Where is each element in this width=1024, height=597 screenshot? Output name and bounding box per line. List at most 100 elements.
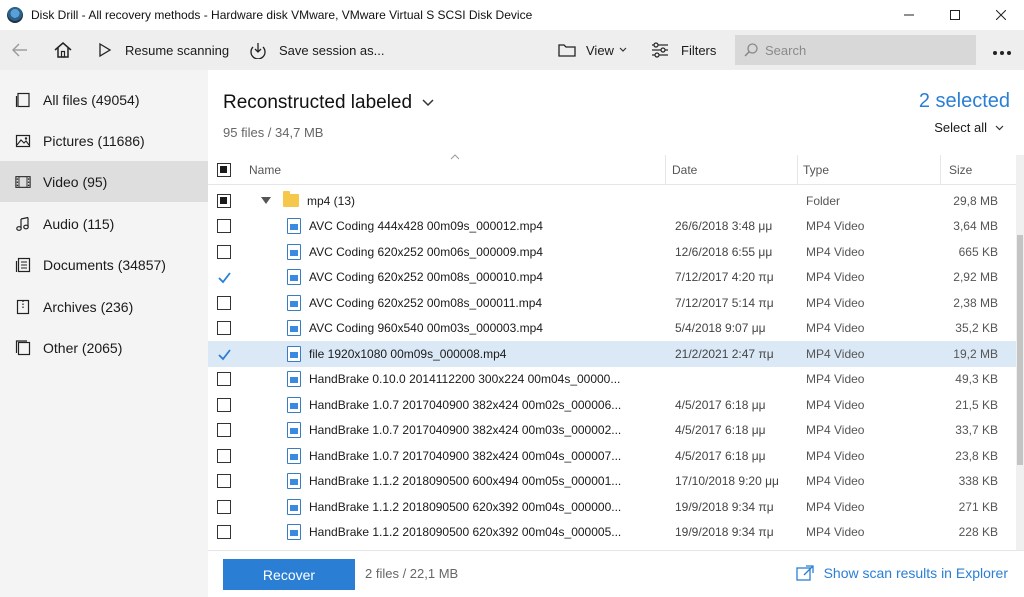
column-divider[interactable] [797, 155, 798, 185]
row-checkbox[interactable] [217, 295, 231, 310]
maximize-button[interactable] [932, 0, 978, 30]
save-session-label: Save session as... [279, 42, 385, 58]
other-icon [15, 339, 31, 356]
play-icon [99, 43, 112, 57]
row-checkbox[interactable] [217, 193, 231, 208]
sidebar-item-other[interactable]: Other (2065) [0, 327, 208, 368]
sidebar-item-video[interactable]: Video (95) [0, 161, 208, 202]
video-file-icon [287, 294, 301, 311]
row-checkbox[interactable] [217, 397, 231, 412]
view-dropdown[interactable]: View [558, 30, 627, 70]
search-input[interactable]: Search [735, 35, 976, 65]
date-cell: 4/5/2017 6:18 μμ [675, 397, 766, 412]
row-checkbox[interactable] [217, 448, 231, 463]
video-file-icon [287, 447, 301, 464]
date-cell: 21/2/2021 2:47 πμ [675, 346, 774, 361]
select-all-checkbox[interactable] [217, 163, 231, 177]
column-header-size[interactable]: Size [949, 155, 972, 185]
table-row[interactable]: HandBrake 0.10.0 2014112200 300x224 00m0… [208, 367, 1016, 393]
filters-button[interactable]: Filters [651, 30, 716, 70]
row-checkbox[interactable] [217, 347, 231, 361]
table-row[interactable]: AVC Coding 620x252 00m08s_000011.mp4 7/1… [208, 290, 1016, 316]
folder-name-cell: mp4 (13) [261, 191, 355, 208]
video-file-icon [287, 422, 301, 439]
row-checkbox[interactable] [217, 474, 231, 489]
sidebar-item-audio[interactable]: Audio (115) [0, 203, 208, 244]
all-files-icon [15, 92, 31, 108]
table-row-selected[interactable]: file 1920x1080 00m09s_000008.mp4 21/2/20… [208, 341, 1016, 367]
date-cell: 5/4/2018 9:07 μμ [675, 321, 766, 336]
vertical-scrollbar[interactable] [1016, 155, 1024, 550]
save-session-button[interactable]: Save session as... [249, 30, 385, 70]
row-checkbox[interactable] [217, 321, 231, 336]
sidebar-item-documents[interactable]: Documents (34857) [0, 244, 208, 285]
table-row[interactable]: HandBrake 1.1.2 2018090500 620x392 00m04… [208, 494, 1016, 520]
table-row[interactable]: AVC Coding 960x540 00m03s_000003.mp4 5/4… [208, 316, 1016, 342]
table-row[interactable]: HandBrake 1.1.2 2018090500 620x392 00m04… [208, 520, 1016, 546]
table-row[interactable]: HandBrake 1.0.7 2017040900 382x424 00m03… [208, 418, 1016, 444]
sidebar-item-label: Other (2065) [43, 339, 123, 356]
row-checkbox[interactable] [217, 525, 231, 540]
show-in-explorer-link[interactable]: Show scan results in Explorer [795, 565, 1008, 581]
column-header-date[interactable]: Date [672, 155, 697, 185]
column-divider[interactable] [940, 155, 941, 185]
checkmark-icon [218, 349, 231, 361]
resume-scanning-button[interactable]: Resume scanning [98, 30, 229, 70]
close-button[interactable] [978, 0, 1024, 30]
expand-caret-icon[interactable] [261, 197, 271, 205]
size-cell: 33,7 KB [955, 423, 998, 438]
column-divider[interactable] [665, 155, 666, 185]
date-cell: 7/12/2017 4:20 πμ [675, 270, 774, 285]
file-name: AVC Coding 444x428 00m09s_000012.mp4 [309, 219, 543, 234]
sidebar-item-pictures[interactable]: Pictures (11686) [0, 120, 208, 161]
row-checkbox[interactable] [217, 423, 231, 438]
type-cell: MP4 Video [806, 321, 865, 336]
row-checkbox[interactable] [217, 244, 231, 259]
filters-label: Filters [681, 42, 717, 58]
table-row[interactable]: AVC Coding 444x428 00m09s_000012.mp4 26/… [208, 214, 1016, 240]
sidebar-item-all-files[interactable]: All files (49054) [0, 79, 208, 120]
show-in-explorer-label: Show scan results in Explorer [823, 565, 1008, 581]
row-checkbox[interactable] [217, 219, 231, 234]
home-button[interactable] [53, 30, 73, 70]
type-cell: MP4 Video [806, 525, 865, 540]
file-name: HandBrake 0.10.0 2014112200 300x224 00m0… [309, 372, 621, 387]
disk-drill-app-icon [7, 7, 23, 23]
size-cell: 23,8 KB [955, 448, 998, 463]
view-title-dropdown[interactable]: Reconstructed labeled [223, 92, 434, 114]
date-cell: 17/10/2018 9:20 μμ [675, 474, 779, 489]
folder-row[interactable]: mp4 (13) Folder 29,8 MB [208, 188, 1016, 214]
row-checkbox[interactable] [217, 372, 231, 387]
recover-button[interactable]: Recover [223, 559, 355, 590]
table-row[interactable]: AVC Coding 620x252 00m08s_000010.mp4 7/1… [208, 265, 1016, 291]
table-row[interactable]: HandBrake 1.0.7 2017040900 382x424 00m02… [208, 392, 1016, 418]
select-all-dropdown[interactable]: Select all [934, 120, 1004, 135]
size-cell: 228 KB [958, 525, 998, 540]
row-checkbox[interactable] [217, 270, 231, 284]
table-row[interactable]: HandBrake 1.0.7 2017040900 382x424 00m04… [208, 443, 1016, 469]
back-button[interactable] [11, 30, 29, 70]
scrollbar-thumb[interactable] [1017, 235, 1023, 465]
recover-summary: 2 files / 22,1 MB [365, 566, 459, 581]
type-cell: MP4 Video [806, 448, 865, 463]
external-link-icon [795, 565, 814, 581]
table-row[interactable]: HandBrake 1.1.2 2018090500 600x494 00m05… [208, 469, 1016, 495]
row-checkbox[interactable] [217, 499, 231, 514]
column-header-name[interactable]: Name [249, 155, 281, 185]
minimize-icon [904, 14, 914, 16]
video-file-icon [287, 320, 301, 337]
more-options-button[interactable] [992, 40, 1012, 61]
sidebar-item-archives[interactable]: Archives (236) [0, 286, 208, 327]
column-header-type[interactable]: Type [803, 155, 829, 185]
sidebar-item-label: Documents (34857) [43, 256, 166, 273]
table-row[interactable]: AVC Coding 620x252 00m06s_000009.mp4 12/… [208, 239, 1016, 265]
type-cell: MP4 Video [806, 346, 865, 361]
selected-count: 2 selected [918, 90, 1010, 112]
video-file-icon [287, 243, 301, 260]
sidebar-item-label: Pictures (11686) [43, 132, 145, 149]
window-title: Disk Drill - All recovery methods - Hard… [31, 8, 533, 22]
minimize-button[interactable] [886, 0, 932, 30]
resume-scanning-label: Resume scanning [125, 42, 230, 58]
type-cell: MP4 Video [806, 372, 865, 387]
home-icon [54, 42, 72, 58]
